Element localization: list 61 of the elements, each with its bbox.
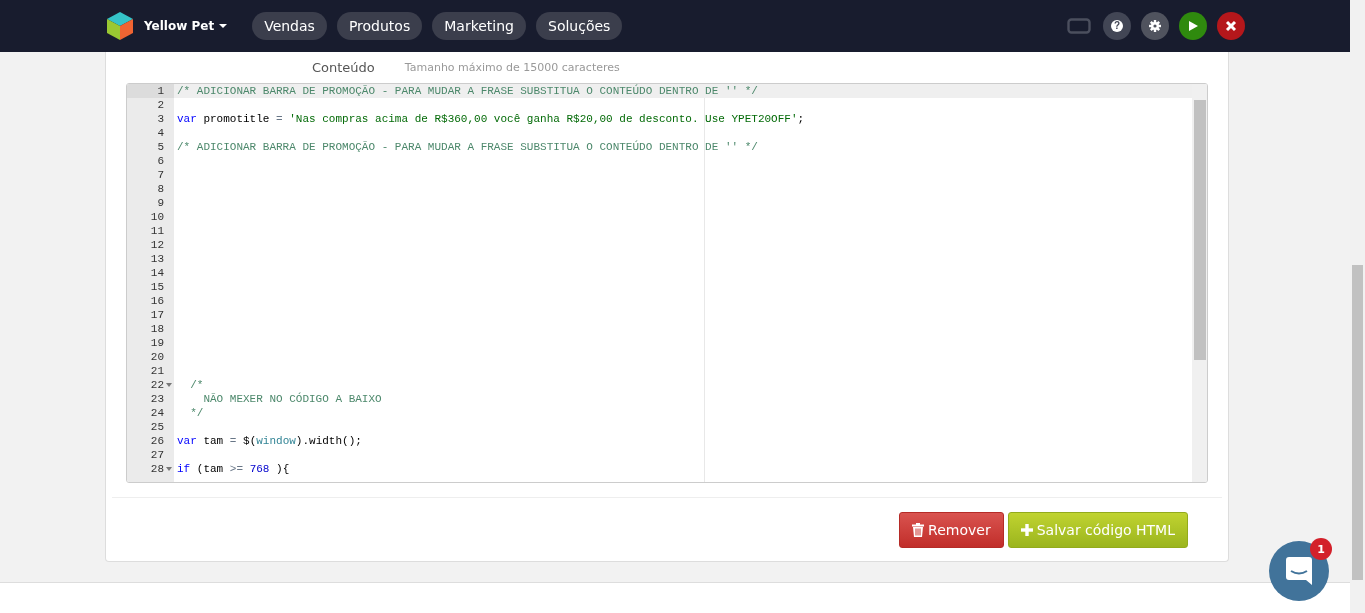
help-button[interactable]: ? [1103,12,1131,40]
fold-icon[interactable] [166,467,172,471]
line-number: 16 [150,294,164,308]
code-line: NÃO MEXER NO CÓDIGO A BAIXO [202,392,382,406]
line-number: 23 [150,392,164,406]
play-button[interactable] [1179,12,1207,40]
line-number: 24 [150,406,164,420]
caret-icon [219,24,228,28]
gear-icon [1149,20,1161,32]
play-icon [1187,20,1199,32]
remove-button[interactable]: Remover [899,512,1004,548]
field-label: Conteúdo [312,60,375,75]
scrollbar[interactable] [1192,84,1207,482]
code-line: */ [189,406,204,420]
line-number: 20 [150,350,164,364]
line-number: 13 [150,252,164,266]
line-number: 4 [157,126,164,140]
line-number: 8 [157,182,164,196]
settings-button[interactable] [1141,12,1169,40]
code-line: /* ADICIONAR BARRA DE PROMOÇÃO - PARA MUDAR A FRASE SUBSTITUA O CONTEÚDO DENTRO DE '' */ [177,84,758,98]
nav-button[interactable]: Marketing [432,12,526,40]
close-button[interactable] [1217,12,1245,40]
plus-icon [1020,524,1033,536]
line-number: 7 [157,168,164,182]
cube-logo-icon[interactable] [106,11,134,41]
code-line: if (tam >= 768 ){ [177,462,290,476]
code-line: var tam = $(window).width(); [177,434,362,448]
nav-button[interactable]: Produtos [336,12,423,40]
line-number: 1 [157,84,164,98]
line-number: 27 [150,448,164,462]
notification-badge: 1 [1310,538,1332,560]
line-number: 15 [150,280,164,294]
screen-icon[interactable] [1067,18,1091,34]
line-number: 19 [150,336,164,350]
chat-icon [1286,557,1312,585]
line-number: 22 [150,378,164,392]
close-icon [1225,20,1237,32]
line-number: 25 [150,420,164,434]
nav-button[interactable]: Soluções [536,12,623,40]
store-menu[interactable]: Yellow Pet [144,19,228,33]
line-number: 17 [150,308,164,322]
line-number: 6 [157,154,164,168]
trash-icon [912,523,925,537]
field-hint: Tamanho máximo de 15000 caracteres [404,61,620,74]
code-line: /* [189,378,204,392]
line-number: 11 [150,224,164,238]
fold-icon[interactable] [166,383,172,387]
code-line: /* ADICIONAR BARRA DE PROMOÇÃO - PARA MUDAR A FRASE SUBSTITUA O CONTEÚDO DENTRO DE '' */ [177,140,758,154]
line-number: 14 [150,266,164,280]
line-number: 2 [157,98,164,112]
line-number: 18 [150,322,164,336]
line-number: 26 [150,434,164,448]
line-number: 3 [157,112,164,126]
line-number: 9 [157,196,164,210]
code-line: var promotitle = 'Nas compras acima de R$360,00 você ganha R$20,00 de desconto. Use YPET20OFF'; [177,112,805,126]
line-number: 21 [150,364,164,378]
line-number: 12 [150,238,164,252]
line-number: 10 [150,210,164,224]
line-number: 5 [157,140,164,154]
line-number: 28 [150,462,164,476]
nav-button[interactable]: Vendas [252,12,327,40]
